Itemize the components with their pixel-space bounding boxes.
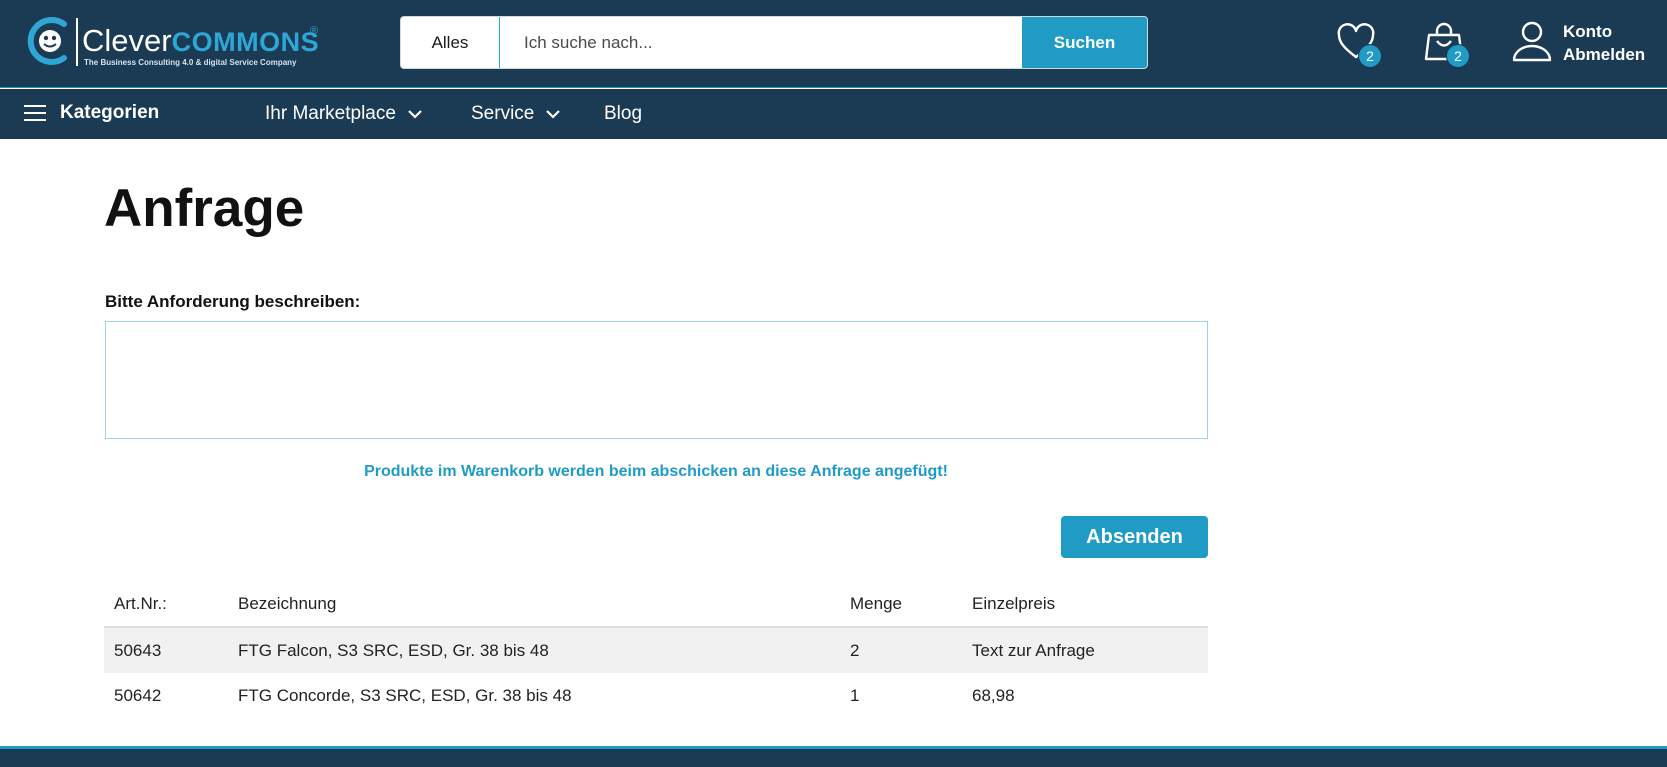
page-title: Anfrage bbox=[104, 179, 305, 238]
cell-qty: 2 bbox=[850, 640, 860, 660]
column-header-art-nr: Art.Nr.: bbox=[114, 593, 167, 613]
nav-item-label: Blog bbox=[604, 103, 643, 124]
main-nav: Kategorien Ihr Marketplace Service Blog bbox=[0, 89, 1667, 139]
column-header-name: Bezeichnung bbox=[238, 593, 337, 613]
logout-link[interactable]: Abmelden bbox=[1563, 43, 1645, 66]
logo-wordmark: CleverCOMMONS bbox=[82, 24, 319, 59]
search-bar: Alles Suchen bbox=[400, 16, 1148, 69]
cell-price: Text zur Anfrage bbox=[972, 640, 1095, 660]
chevron-down-icon bbox=[408, 110, 422, 119]
nav-item-label: Service bbox=[471, 103, 535, 124]
wishlist-button[interactable]: 2 bbox=[1336, 22, 1384, 70]
cart-button[interactable]: 2 bbox=[1424, 22, 1472, 70]
cart-count-badge: 2 bbox=[1446, 44, 1470, 68]
nav-item-blog[interactable]: Blog bbox=[604, 103, 642, 125]
hamburger-menu-icon bbox=[24, 105, 46, 121]
nav-item-marketplace[interactable]: Ihr Marketplace bbox=[265, 103, 423, 125]
user-icon bbox=[1512, 21, 1552, 62]
search-button[interactable]: Suchen bbox=[1022, 17, 1147, 68]
nav-item-service[interactable]: Service bbox=[471, 103, 561, 125]
account-link[interactable]: Konto bbox=[1563, 20, 1645, 43]
table-row: 50643 FTG Falcon, S3 SRC, ESD, Gr. 38 bi… bbox=[104, 628, 1208, 673]
column-header-price: Einzelpreis bbox=[972, 593, 1056, 613]
logo-registered-mark: ® bbox=[310, 25, 319, 37]
logo-word-accent: COMMONS bbox=[171, 27, 320, 57]
top-header: CleverCOMMONS ® The Business Consulting … bbox=[0, 0, 1667, 88]
cell-name: FTG Concorde, S3 SRC, ESD, Gr. 38 bis 48 bbox=[238, 685, 572, 705]
chevron-down-icon bbox=[546, 110, 561, 119]
logo-word-main: Clever bbox=[82, 23, 172, 58]
account-button[interactable] bbox=[1512, 20, 1560, 68]
categories-label: Kategorien bbox=[60, 102, 160, 123]
logo-divider bbox=[76, 18, 78, 66]
cell-art-nr: 50642 bbox=[114, 685, 162, 705]
logo-mark-icon bbox=[27, 17, 67, 65]
cart-items-table: Art.Nr.: Bezeichnung Menge Einzelpreis 5… bbox=[104, 581, 1208, 718]
submit-button[interactable]: Absenden bbox=[1061, 516, 1208, 558]
brand-logo[interactable]: CleverCOMMONS ® The Business Consulting … bbox=[26, 16, 326, 72]
cell-art-nr: 50643 bbox=[114, 640, 162, 660]
logo-tagline: The Business Consulting 4.0 & digital Se… bbox=[84, 58, 297, 67]
wishlist-count-badge: 2 bbox=[1358, 44, 1382, 68]
request-field-label: Bitte Anforderung beschreiben: bbox=[105, 292, 361, 311]
page-footer bbox=[0, 746, 1667, 767]
search-category-select[interactable]: Alles bbox=[401, 17, 500, 68]
search-input[interactable] bbox=[500, 17, 1022, 68]
cell-price: 68,98 bbox=[972, 685, 1015, 705]
table-row: 50642 FTG Concorde, S3 SRC, ESD, Gr. 38 … bbox=[104, 673, 1208, 718]
categories-menu-button[interactable]: Kategorien bbox=[24, 102, 159, 124]
cell-qty: 1 bbox=[850, 685, 860, 705]
nav-item-label: Ihr Marketplace bbox=[265, 103, 396, 124]
cart-attach-note: Produkte im Warenkorb werden beim abschi… bbox=[364, 463, 948, 480]
table-header-row: Art.Nr.: Bezeichnung Menge Einzelpreis bbox=[104, 581, 1208, 628]
column-header-qty: Menge bbox=[850, 593, 902, 613]
cell-name: FTG Falcon, S3 SRC, ESD, Gr. 38 bis 48 bbox=[238, 640, 549, 660]
request-description-textarea[interactable] bbox=[105, 321, 1208, 439]
account-links: Konto Abmelden bbox=[1563, 20, 1645, 66]
